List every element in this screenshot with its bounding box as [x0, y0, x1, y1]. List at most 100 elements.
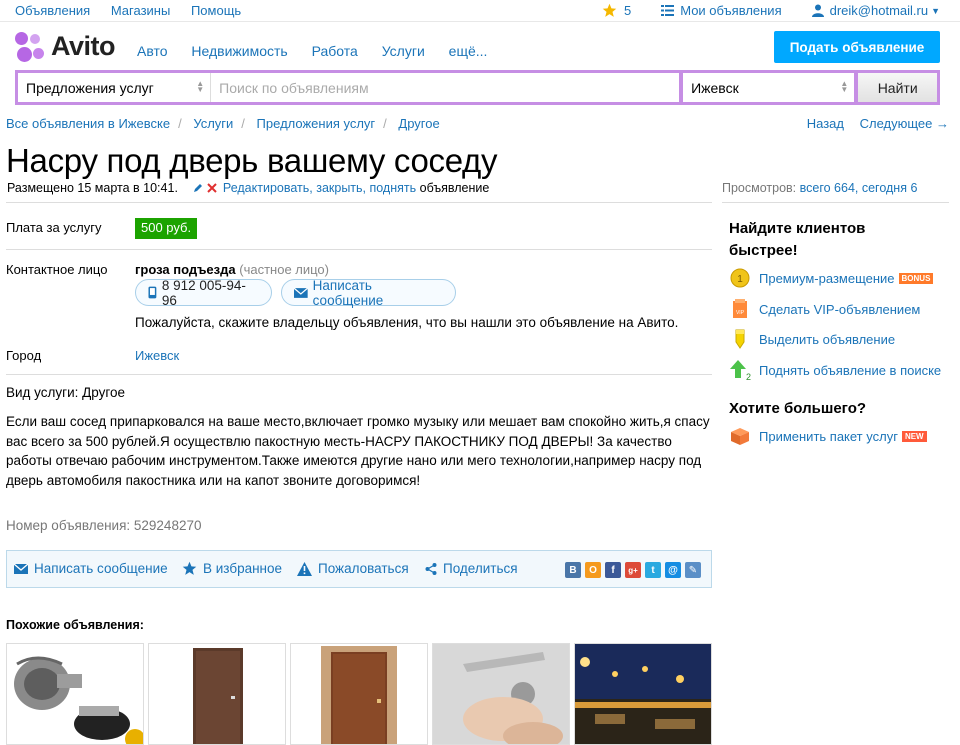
- logo-text: Avito: [51, 31, 116, 61]
- search-button[interactable]: Найти: [858, 73, 937, 102]
- nav-services[interactable]: Услуги: [382, 43, 425, 59]
- main-nav: Авто Недвижимость Работа Услуги ещё...: [137, 43, 507, 59]
- vk-icon[interactable]: В: [565, 562, 581, 578]
- contact-person: гроза подъезда (частное лицо): [135, 262, 329, 277]
- mail-icon: [294, 287, 308, 298]
- ignition-lock-image: [7, 644, 143, 744]
- highlighter-icon: [735, 329, 745, 349]
- sidebar-item-premium[interactable]: 1 Премиум-размещение BONUS: [729, 267, 934, 289]
- breadcrumb-services[interactable]: Услуги: [193, 116, 233, 131]
- google-plus-icon[interactable]: g+: [625, 562, 641, 578]
- star-icon: [182, 561, 197, 575]
- mail-icon: [14, 563, 28, 574]
- bonus-badge: BONUS: [898, 272, 934, 284]
- facebook-icon[interactable]: f: [605, 562, 621, 578]
- sidebar-heading-more: Хотите большего?: [729, 400, 867, 417]
- phone-icon: [148, 286, 157, 299]
- category-select[interactable]: Предложения услуг ▲ ▼: [18, 73, 212, 102]
- ad-number: Номер объявления: 529248270: [6, 518, 202, 533]
- sidebar-item-vip[interactable]: VIP Сделать VIP-объявлением: [729, 298, 920, 320]
- notice-text: Пожалуйста, скажите владельцу объявления…: [135, 315, 679, 330]
- night-terrace-image: [575, 644, 711, 744]
- favorites-link[interactable]: 5: [602, 3, 631, 18]
- similar-ad-thumb[interactable]: [432, 643, 570, 745]
- write-message-button[interactable]: Написать сообщение: [281, 277, 456, 308]
- similar-ad-thumb[interactable]: [6, 643, 144, 745]
- breadcrumb-other[interactable]: Другое: [398, 116, 439, 131]
- similar-ad-thumb[interactable]: [148, 643, 286, 745]
- similar-ad-thumb[interactable]: [290, 643, 428, 745]
- action-favorite-label: В избранное: [203, 561, 283, 576]
- updown-icon: ▲ ▼: [840, 79, 849, 94]
- mailru-icon[interactable]: @: [665, 562, 681, 578]
- action-share[interactable]: Поделиться: [425, 561, 518, 576]
- contact-name: гроза подъезда: [135, 262, 236, 277]
- new-badge: NEW: [901, 430, 927, 442]
- action-write-message[interactable]: Написать сообщение: [14, 561, 168, 576]
- my-ads-link[interactable]: Мои объявления: [661, 3, 782, 18]
- views-value[interactable]: всего 664, сегодня 6: [800, 181, 918, 195]
- edit-suffix: объявление: [419, 181, 490, 195]
- divider: [722, 202, 949, 203]
- link-shops[interactable]: Магазины: [111, 3, 171, 18]
- user-menu[interactable]: dreik@hotmail.ru ▼: [811, 3, 940, 18]
- action-bar: Написать сообщение В избранное Пожаловат…: [6, 550, 712, 588]
- coin-icon: 1: [730, 268, 750, 288]
- sidebar-heading-promo: Найдите клиентов быстрее!: [729, 218, 865, 262]
- sidebar-item-highlight[interactable]: Выделить объявление: [729, 328, 895, 350]
- favorites-count: 5: [623, 3, 632, 18]
- updown-icon: ▲ ▼: [196, 79, 205, 94]
- sidebar-item-package[interactable]: Применить пакет услуг NEW: [729, 425, 927, 447]
- posted-info: Размещено 15 марта в 10:41. Редактироват…: [7, 181, 489, 195]
- svg-text:1: 1: [737, 274, 743, 285]
- city-select[interactable]: Ижевск ▲ ▼: [683, 73, 855, 102]
- logo-dots-icon: [15, 31, 45, 62]
- page-title: Насру под дверь вашему соседу: [6, 142, 498, 179]
- search-input[interactable]: [211, 73, 680, 102]
- door-frame-image: [291, 644, 427, 744]
- contact-label: Контактное лицо: [6, 262, 108, 277]
- breadcrumb: Все объявления в Ижевске / Услуги / Предло…: [6, 116, 440, 131]
- similar-title: Похожие объявления:: [6, 618, 144, 632]
- nav-auto[interactable]: Авто: [137, 43, 168, 59]
- similar-ad-thumb[interactable]: [574, 643, 712, 745]
- sidebar-item-bump[interactable]: 2 Поднять объявление в поиске: [729, 359, 941, 381]
- sidebar-item-package-label: Применить пакет услуг: [759, 428, 898, 444]
- chevron-down-icon: ▼: [931, 5, 940, 16]
- city-link[interactable]: Ижевск: [135, 348, 179, 363]
- sidebar-item-vip-label: Сделать VIP-объявлением: [759, 301, 921, 317]
- nav-more[interactable]: ещё...: [449, 43, 488, 59]
- sidebar-item-premium-label: Премиум-размещение: [759, 270, 895, 286]
- avito-logo[interactable]: Avito: [15, 31, 116, 62]
- link-help[interactable]: Помощь: [191, 3, 241, 18]
- nav-jobs[interactable]: Работа: [312, 43, 358, 59]
- twitter-icon[interactable]: t: [645, 562, 661, 578]
- divider: [6, 202, 712, 203]
- post-ad-button[interactable]: Подать объявление: [774, 31, 940, 63]
- user-email: dreik@hotmail.ru: [829, 3, 929, 18]
- warning-icon: [297, 561, 312, 576]
- nav-realty[interactable]: Недвижимость: [191, 43, 287, 59]
- phone-button[interactable]: 8 912 005-94-96: [135, 278, 272, 308]
- edit-links[interactable]: Редактировать, закрыть, поднять: [223, 181, 416, 195]
- odnoklassniki-icon[interactable]: О: [585, 562, 601, 578]
- list-icon: [661, 5, 675, 16]
- door-image: [149, 644, 285, 744]
- action-share-label: Поделиться: [443, 561, 518, 576]
- package-icon: [731, 428, 749, 445]
- link-ads[interactable]: Объявления: [15, 3, 90, 18]
- share-icon: [425, 562, 437, 575]
- action-favorite[interactable]: В избранное: [182, 561, 282, 576]
- top-utility-bar: Объявления Магазины Помощь 5 Мои объявле…: [0, 0, 960, 22]
- action-complain[interactable]: Пожаловаться: [297, 561, 409, 576]
- breadcrumb-service-offers[interactable]: Предложения услуг: [257, 116, 376, 131]
- lock-handle-image: [433, 644, 569, 744]
- sidebar-heading-line1: Найдите клиентов: [729, 220, 866, 237]
- action-write-message-label: Написать сообщение: [34, 561, 168, 576]
- contact-type: (частное лицо): [239, 262, 329, 277]
- breadcrumb-all[interactable]: Все объявления в Ижевске: [6, 116, 170, 131]
- livejournal-icon[interactable]: ✎: [685, 562, 701, 578]
- write-message-label: Написать сообщение: [312, 277, 384, 308]
- back-link[interactable]: Назад: [807, 116, 844, 131]
- next-link[interactable]: Следующее →: [860, 116, 949, 131]
